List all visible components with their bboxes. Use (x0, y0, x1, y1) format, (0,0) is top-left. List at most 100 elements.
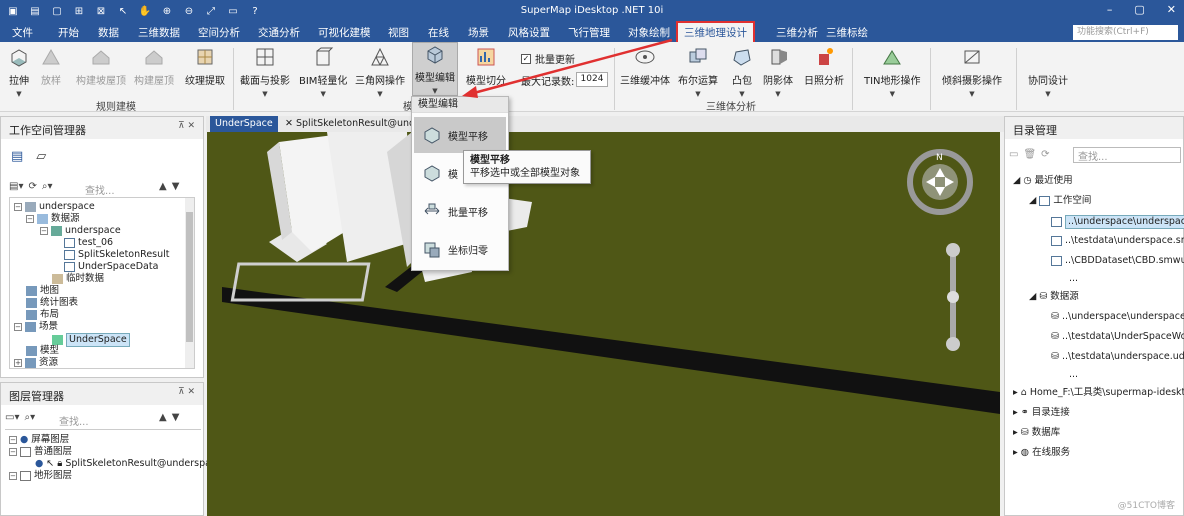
tree-node[interactable]: test_06 (64, 237, 113, 249)
tab-underspace[interactable]: UnderSpace (210, 116, 278, 132)
refresh-icon[interactable]: ⟳ (1041, 149, 1049, 160)
batch-translate-item[interactable]: 批量平移 (414, 193, 506, 229)
zoom-out-icon[interactable] (946, 337, 960, 351)
workspace-tab-icon[interactable]: ▤ (11, 149, 23, 164)
arrow-up-icon[interactable]: ▲ (159, 181, 167, 192)
shadow-volume-button[interactable]: 阴影体 ▼ (763, 44, 793, 98)
tree-node[interactable]: ⛁ ..\testdata\underspace.udb (1051, 351, 1184, 363)
tree-node[interactable]: ..\testdata\underspace.smwu (1051, 235, 1184, 247)
scene-canvas[interactable]: N (207, 132, 1000, 516)
tree-node[interactable]: ⛁..\underspace\underspace.udbx (1051, 311, 1184, 323)
tree-node[interactable]: 模型 (26, 345, 59, 357)
boolean-op-button[interactable]: 布尔运算 ▼ (678, 44, 718, 98)
close-icon[interactable]: ✕ (1167, 3, 1176, 16)
coordinate-reset-item[interactable]: 坐标归零 (414, 231, 506, 267)
workspace-search-input[interactable]: 查找... (85, 182, 115, 197)
menu-data[interactable]: 数据 (98, 24, 119, 42)
tree-node[interactable]: ● ↖ 🔒︎ SplitSkeletonResult@underspace (35, 458, 222, 470)
eye-icon[interactable]: ● (35, 458, 43, 470)
model-cut-button[interactable]: 模型切分 (466, 44, 506, 87)
menu-3d-analysis[interactable]: 三维分析 (776, 24, 818, 42)
menu-traffic-analysis[interactable]: 交通分析 (258, 24, 300, 42)
lofting-button[interactable]: 放样 (38, 44, 64, 87)
maximize-icon[interactable]: ▢ (1134, 3, 1144, 16)
tree-node[interactable]: − 数据源 (26, 213, 80, 225)
tree-node[interactable]: − underspace (14, 201, 95, 213)
max-records-input[interactable]: 1024 (576, 72, 608, 87)
oblique-photo-button[interactable]: 倾斜摄影操作 ▼ (942, 44, 1002, 98)
menu-3d-data[interactable]: 三维数据 (138, 24, 180, 42)
lock-icon[interactable]: 🔒︎ (57, 458, 62, 470)
tree-node-more[interactable]: ... (1069, 369, 1078, 381)
close-icon[interactable]: ✕ (285, 118, 293, 129)
menu-flight-management[interactable]: 飞行管理 (568, 24, 610, 42)
bim-lightweight-button[interactable]: BIM轻量化 ▼ (299, 44, 347, 98)
zoom-in-icon[interactable] (946, 243, 960, 257)
menu-online[interactable]: 在线 (428, 24, 449, 42)
folder-icon[interactable]: ▭ (1009, 149, 1018, 160)
menu-view[interactable]: 视图 (388, 24, 409, 42)
search-icon[interactable]: ⌕▾ (24, 412, 35, 423)
layer-style-icon[interactable]: ▭▾ (5, 412, 19, 423)
3d-scene-view[interactable]: N (207, 132, 1000, 516)
tree-node[interactable]: ..\underspace\underspace.smwu (1051, 215, 1184, 229)
select-icon[interactable]: ↖ (46, 458, 54, 470)
pin-icon[interactable]: ⊼ ✕ (178, 387, 195, 397)
tree-node[interactable]: 地图 (26, 285, 59, 297)
menu-start[interactable]: 开始 (58, 24, 79, 42)
solid-3d-button[interactable]: 三维缓冲体 (620, 44, 670, 87)
tree-node[interactable]: 统计图表 (26, 297, 78, 309)
tree-node[interactable]: ▸ ⌂ Home_F:\工具类\supermap-idesktop (1013, 387, 1184, 399)
menu-file[interactable]: 文件 (12, 24, 33, 42)
menu-3d-plotting[interactable]: 三维标绘 (826, 24, 868, 42)
tree-node[interactable]: ▸ ◍ 在线服务 (1013, 447, 1070, 459)
tree-node[interactable]: ◢ 工作空间 (1029, 195, 1091, 207)
tree-node[interactable]: ⛁..\testdata\UnderSpaceWork.udbx (1051, 331, 1184, 343)
tin-terrain-button[interactable]: TIN地形操作 ▼ (864, 44, 921, 98)
menu-style-settings[interactable]: 风格设置 (508, 24, 550, 42)
minimize-icon[interactable]: – (1107, 3, 1113, 16)
tree-node[interactable]: ◢ ⛁ 数据源 (1029, 291, 1079, 303)
tree-node[interactable]: − ● 屏幕图层 (9, 434, 69, 446)
menu-object-drawing[interactable]: 对象绘制 (628, 24, 670, 42)
tree-node[interactable]: − 普通图层 (9, 446, 72, 458)
convex-hull-button[interactable]: 凸包 ▼ (729, 44, 755, 98)
function-search-input[interactable]: 功能搜索(Ctrl+F) (1073, 25, 1178, 40)
section-projection-button[interactable]: 截面与投影 ▼ (240, 44, 290, 98)
build-terrain-rooftop-button[interactable]: 构建坡屋顶 (76, 44, 126, 87)
eye-icon[interactable]: ● (20, 434, 28, 446)
menu-spatial-analysis[interactable]: 空间分析 (198, 24, 240, 42)
tree-node[interactable]: ▸ ⚭ 目录连接 (1013, 407, 1070, 419)
model-translate-item[interactable]: 模型平移 (414, 117, 506, 153)
tree-node-more[interactable]: ... (1069, 273, 1078, 285)
model-edit-button[interactable]: 模型编辑 ▼ (412, 42, 458, 96)
tree-scrollbar[interactable] (185, 198, 194, 368)
arrow-down-icon[interactable]: ▼ (172, 181, 180, 192)
tree-node[interactable]: 临时数据 (52, 273, 104, 285)
layer-search-input[interactable]: 查找... (59, 413, 89, 428)
menu-visual-modeling[interactable]: 可视化建模 (318, 24, 371, 42)
tree-node[interactable]: UnderSpaceData (64, 261, 158, 273)
pin-icon[interactable]: ⊼ ✕ (178, 121, 195, 131)
triangle-mesh-button[interactable]: 三角网操作 ▼ (355, 44, 405, 98)
arrow-down-icon[interactable]: ▼ (172, 412, 180, 423)
tree-node[interactable]: − 场景 (14, 321, 58, 333)
open-datasource-icon[interactable]: ▤▾ (9, 181, 23, 192)
tree-node[interactable]: + 资源 (14, 357, 58, 369)
tree-node[interactable]: SplitSkeletonResult (64, 249, 170, 261)
batch-update-checkbox[interactable]: ✓ 批量更新 (521, 51, 575, 66)
zoom-slider[interactable] (946, 243, 960, 351)
tree-node[interactable]: ..\CBDDataset\CBD.smwu (1051, 255, 1184, 267)
collab-design-button[interactable]: 协同设计 ▼ (1028, 44, 1068, 98)
navigation-compass[interactable]: N (907, 149, 973, 215)
tree-node[interactable]: − underspace (40, 225, 121, 237)
search-icon[interactable]: ⌕▾ (42, 181, 53, 192)
texture-extract-button[interactable]: 纹理提取 (185, 44, 225, 87)
tree-node[interactable]: − 地形图层 (9, 470, 72, 482)
refresh-icon[interactable]: ⟳ (28, 181, 36, 192)
build-roof-button[interactable]: 构建屋顶 (134, 44, 174, 87)
tree-node[interactable]: 布局 (26, 309, 59, 321)
extrude-button[interactable]: 拉伸 ▼ (6, 44, 32, 98)
tree-node[interactable]: ◢ ◷ 最近使用 (1013, 175, 1073, 187)
delete-icon[interactable]: 🗑︎ (1023, 149, 1036, 160)
